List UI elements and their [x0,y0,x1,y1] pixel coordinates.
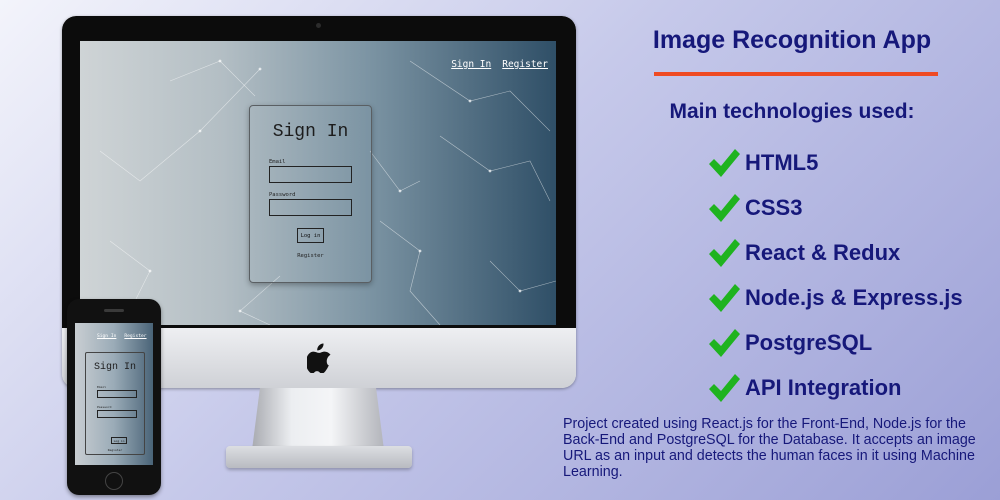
phone-email-field[interactable] [97,390,137,398]
camera-icon [316,23,321,28]
technology-item: HTML5 [707,140,963,185]
phone-password-label: Password [97,405,112,409]
phone-sign-in-title: Sign In [93,362,136,373]
phone-register-link[interactable]: Register [86,448,144,452]
technology-label: React & Redux [745,239,901,265]
technology-item: React & Redux [707,230,963,275]
top-nav: Sign In Register [451,59,548,70]
speaker-icon [104,309,124,312]
checkmark-icon [709,193,740,222]
technology-item: PostgreSQL [707,320,963,365]
phone-email-label: Email [97,385,107,389]
email-label: Email [269,159,286,165]
imac-bezel: Sign In Register Sign In Email Password … [62,16,576,328]
phone-top-nav: Sign In Register [97,334,147,339]
desktop-app-screen: Sign In Register Sign In Email Password … [80,41,556,325]
email-field[interactable] [269,166,352,183]
technologies-heading: Main technologies used: [669,100,915,123]
phone-log-in-button[interactable]: Log in [111,437,127,444]
phone-nav-sign-in-link[interactable]: Sign In [97,334,116,339]
password-field[interactable] [269,199,352,216]
apple-logo-icon [307,343,331,373]
checkmark-icon [709,373,740,402]
checkmark-icon [709,283,740,312]
register-link[interactable]: Register [250,253,371,259]
checkmark-icon [709,148,740,177]
nav-register-link[interactable]: Register [502,59,548,70]
phone-sign-in-card: Sign In Email Password Log in Register [85,352,145,455]
technology-label: PostgreSQL [745,329,873,355]
page-title: Image Recognition App [652,26,932,54]
imac-stand-neck [252,388,384,450]
technologies-list: HTML5 CSS3 React & Redux Node.js & Express.… [707,140,963,410]
technology-item: Node.js & Express.js [707,275,963,320]
phone-nav-register-link[interactable]: Register [124,334,146,339]
nav-sign-in-link[interactable]: Sign In [451,59,491,70]
sign-in-title: Sign In [272,122,349,142]
project-description: Project created using React.js for the F… [563,416,976,480]
phone-app-screen: Sign In Register Sign In Email Password … [75,323,153,465]
home-button-icon [105,472,123,490]
technology-item: CSS3 [707,185,963,230]
checkmark-icon [709,238,740,267]
log-in-button[interactable]: Log in [297,228,324,243]
technology-label: Node.js & Express.js [745,284,963,310]
password-label: Password [269,192,296,198]
checkmark-icon [709,328,740,357]
technology-label: HTML5 [745,149,819,175]
sign-in-card: Sign In Email Password Log in Register [249,105,372,283]
technology-item: API Integration [707,365,963,410]
title-underline [654,72,938,76]
phone-password-field[interactable] [97,410,137,418]
imac-stand-foot [226,446,412,468]
technology-label: API Integration [745,374,902,400]
technology-label: CSS3 [745,194,803,220]
phone-mockup: Sign In Register Sign In Email Password … [67,299,161,495]
